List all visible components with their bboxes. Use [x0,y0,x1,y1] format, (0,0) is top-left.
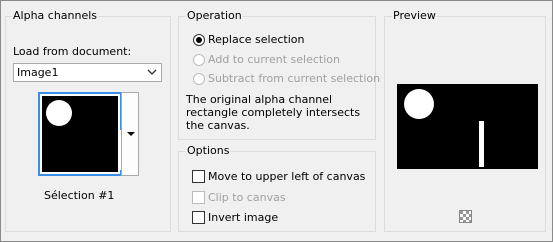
document-select[interactable]: Image1 [13,63,162,82]
thumbnail-circle [46,100,72,126]
load-from-document-label: Load from document: [13,45,132,58]
alpha-channels-title: Alpha channels [12,9,99,22]
add-to-selection-radio[interactable] [193,54,205,66]
options-title: Options [186,144,231,157]
preview-circle [404,89,434,119]
invert-image-label[interactable]: Invert image [208,211,278,224]
clip-to-canvas-checkbox[interactable] [192,191,205,204]
document-select-value: Image1 [17,66,59,79]
alpha-channel-thumbnail[interactable] [38,92,122,176]
operation-message: The original alpha channel rectangle com… [186,93,361,132]
radio-dot [196,37,202,43]
invert-image-checkbox[interactable] [192,211,205,224]
add-to-selection-label[interactable]: Add to current selection [208,53,340,66]
move-to-upper-left-label[interactable]: Move to upper left of canvas [208,170,365,183]
preview-image [397,84,538,169]
alpha-channel-image [42,96,122,172]
clip-to-canvas-label[interactable]: Clip to canvas [208,191,286,204]
subtract-from-selection-radio[interactable] [193,73,205,85]
dropdown-arrow-icon [127,132,135,136]
operation-title: Operation [186,9,243,22]
preview-bar [479,121,484,167]
chevron-down-icon [147,69,157,75]
replace-selection-label[interactable]: Replace selection [208,33,304,46]
move-to-upper-left-checkbox[interactable] [192,170,205,183]
thumbnail-dropdown-button[interactable] [121,92,139,176]
replace-selection-radio[interactable] [193,34,205,46]
zoom-navigator-icon[interactable] [459,210,472,223]
selection-name: Sélection #1 [44,189,115,202]
preview-title: Preview [392,9,437,22]
subtract-from-selection-label[interactable]: Subtract from current selection [208,72,380,85]
